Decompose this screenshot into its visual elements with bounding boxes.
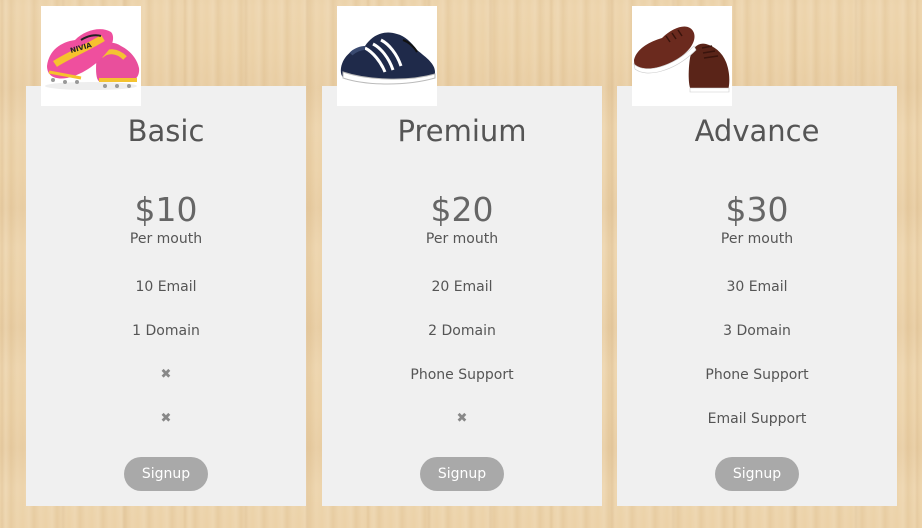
running-shoe-image — [337, 6, 437, 106]
plan-price: $20 — [430, 190, 494, 229]
plan-period: Per mouth — [425, 231, 499, 247]
feature-unavailable-icon: ✖ — [456, 411, 468, 426]
feature-domain: 3 Domain — [723, 323, 791, 339]
signup-button[interactable]: Signup — [124, 457, 208, 491]
feature-email: 30 Email — [726, 279, 788, 295]
pricing-card-advance: Advance $30 Per mouth 30 Email 3 Domain … — [617, 86, 897, 506]
signup-button[interactable]: Signup — [420, 457, 504, 491]
feature-domain: 1 Domain — [132, 323, 200, 339]
feature-unavailable-icon: ✖ — [160, 367, 172, 382]
plan-price: $30 — [725, 190, 789, 229]
feature-email-support: Email Support — [707, 411, 807, 427]
pricing-card-basic: Basic $10 Per mouth 10 Email 1 Domain ✖ … — [26, 86, 306, 506]
plan-period: Per mouth — [129, 231, 203, 247]
plan-price: $10 — [134, 190, 198, 229]
plan-title: Basic — [127, 114, 205, 148]
feature-phone-support: Phone Support — [705, 367, 809, 383]
pricing-card-premium: Premium $20 Per mouth 20 Email 2 Domain … — [322, 86, 602, 506]
plan-period: Per mouth — [720, 231, 794, 247]
feature-email: 10 Email — [135, 279, 197, 295]
feature-phone-support: Phone Support — [410, 367, 514, 383]
signup-button[interactable]: Signup — [715, 457, 799, 491]
feature-email: 20 Email — [431, 279, 493, 295]
plan-title: Premium — [397, 114, 527, 148]
feature-domain: 2 Domain — [428, 323, 496, 339]
cleats-shoe-image: NIVIA — [41, 6, 141, 106]
brown-sneaker-image — [632, 6, 732, 106]
feature-unavailable-icon: ✖ — [160, 411, 172, 426]
plan-title: Advance — [694, 114, 820, 148]
